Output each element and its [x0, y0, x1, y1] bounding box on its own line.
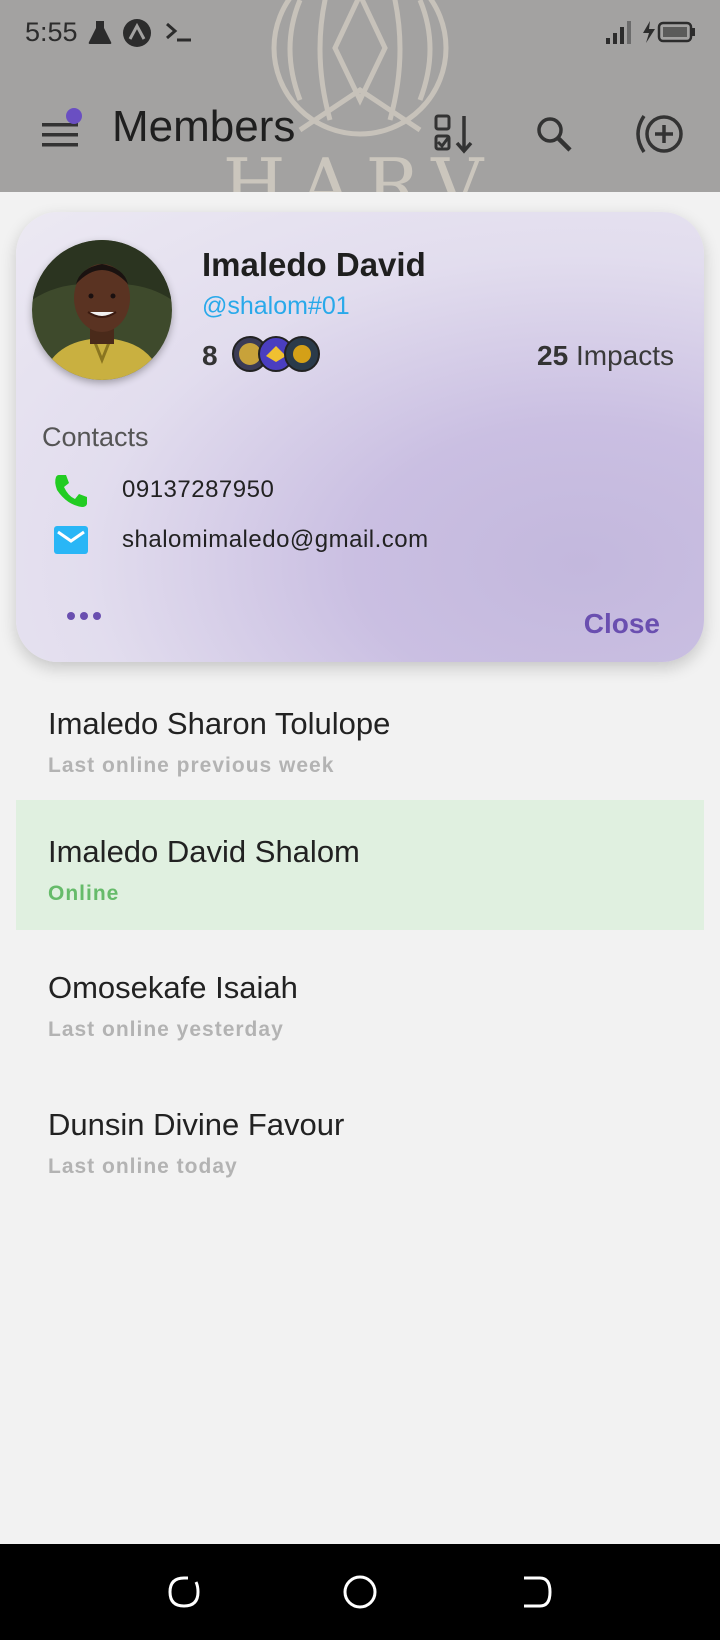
- member-row[interactable]: Omosekafe Isaiah Last online yesterday: [16, 936, 704, 1066]
- member-status: Last online yesterday: [48, 1018, 284, 1041]
- profile-card: Imaledo David @shalom#01 8 25 Impacts Co…: [16, 212, 704, 662]
- top-bar: HARV 5:55 Members: [0, 0, 720, 192]
- page-title: Members: [112, 102, 296, 151]
- member-row[interactable]: Imaledo Sharon Tolulope Last online prev…: [16, 672, 704, 802]
- flask-icon: [88, 21, 112, 44]
- member-status: Online: [48, 882, 120, 905]
- battery-charging-icon: [643, 21, 695, 43]
- notification-dot: [66, 108, 82, 124]
- recent-apps-icon[interactable]: [162, 1570, 206, 1614]
- member-name: Dunsin Divine Favour: [48, 1107, 345, 1142]
- app-bar: Members: [0, 90, 720, 170]
- profile-handle[interactable]: @shalom#01: [202, 292, 350, 321]
- system-nav-bar: [0, 1544, 720, 1640]
- sort-checklist-icon: [434, 114, 473, 154]
- impacts-count: 25: [537, 340, 569, 371]
- signal-icon: [606, 21, 631, 44]
- status-bar: 5:55: [0, 0, 720, 66]
- back-icon[interactable]: [514, 1570, 558, 1614]
- home-icon[interactable]: [338, 1570, 382, 1614]
- phone-icon: [55, 475, 87, 507]
- status-time: 5:55: [25, 17, 78, 47]
- profile-name: Imaledo David: [202, 246, 426, 283]
- member-row[interactable]: Imaledo David Shalom Online: [16, 800, 704, 930]
- search-icon: [537, 117, 572, 152]
- phone-number: 09137287950: [122, 476, 275, 503]
- member-row[interactable]: Dunsin Divine Favour Last online today: [16, 1073, 704, 1203]
- avatar-photo: [32, 240, 172, 380]
- email-address: shalomimaledo@gmail.com: [122, 526, 429, 553]
- badge-count: 8: [202, 340, 218, 371]
- member-status: Last online today: [48, 1155, 238, 1178]
- app-logo-icon: [123, 19, 151, 47]
- member-status: Last online previous week: [48, 754, 335, 777]
- contacts-label: Contacts: [42, 422, 149, 452]
- impacts-label: Impacts: [575, 340, 674, 371]
- email-icon: [54, 526, 88, 554]
- member-name: Imaledo David Shalom: [48, 834, 360, 869]
- sort-button[interactable]: [424, 104, 484, 164]
- more-horizontal-icon[interactable]: [64, 602, 104, 630]
- close-button[interactable]: Close: [584, 608, 660, 640]
- badges-group[interactable]: [230, 334, 326, 374]
- avatar[interactable]: [32, 240, 172, 380]
- terminal-icon: [166, 22, 191, 42]
- add-circle-icon: [636, 115, 683, 153]
- badge-icon: [284, 336, 320, 372]
- member-name: Omosekafe Isaiah: [48, 970, 298, 1005]
- search-button[interactable]: [524, 104, 584, 164]
- impacts-summary: 25 Impacts: [537, 340, 674, 372]
- add-member-button[interactable]: [630, 104, 690, 164]
- member-name: Imaledo Sharon Tolulope: [48, 706, 391, 741]
